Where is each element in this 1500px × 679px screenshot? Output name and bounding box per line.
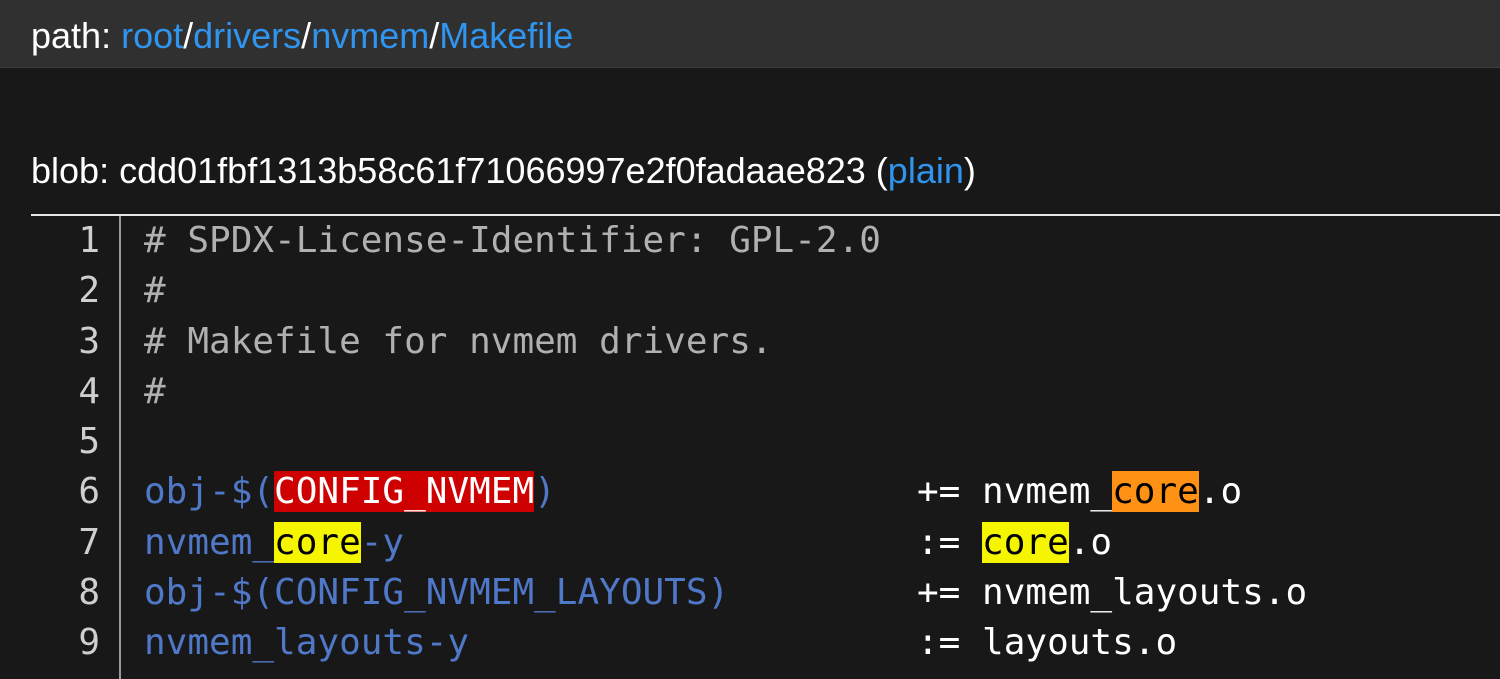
search-highlight-yellow: core <box>982 521 1069 563</box>
code-line: 1 # SPDX-License-Identifier: GPL-2.0 <box>0 216 1500 266</box>
line-variable: nvmem_core-y <box>144 520 404 566</box>
assign-operator: := <box>917 622 961 664</box>
path-separator: / <box>429 15 440 56</box>
search-highlight-yellow: core <box>274 521 361 563</box>
code-line: 5 <box>0 417 1500 467</box>
value: layouts.o <box>982 622 1178 664</box>
line-number[interactable]: 2 <box>0 268 100 314</box>
line-variable: obj-$(CONFIG_NVMEM_LAYOUTS) <box>144 572 730 614</box>
line-number[interactable]: 3 <box>0 319 100 365</box>
line-comment: # <box>144 370 166 412</box>
path-breadcrumb: path: root/drivers/nvmem/Makefile <box>31 14 573 58</box>
line-number[interactable]: 5 <box>0 419 100 465</box>
value-prefix: nvmem_ <box>982 471 1113 513</box>
search-highlight-red: CONFIG_NVMEM <box>274 471 535 513</box>
line-assignment: += nvmem_layouts.o <box>917 570 1307 616</box>
code-line: 6 obj-$(CONFIG_NVMEM) += nvmem_core.o <box>0 467 1500 517</box>
var-prefix: nvmem_ <box>144 521 275 563</box>
line-number[interactable]: 9 <box>0 620 100 666</box>
line-number[interactable]: 6 <box>0 469 100 515</box>
blob-label: blob: <box>31 150 120 191</box>
code-line: 2 # <box>0 266 1500 316</box>
value-suffix: .o <box>1068 521 1113 563</box>
line-number[interactable]: 8 <box>0 570 100 616</box>
line-number[interactable]: 1 <box>0 218 100 264</box>
var-suffix: ) <box>534 471 556 513</box>
path-link-root[interactable]: root <box>121 15 183 56</box>
line-comment: # <box>144 270 166 312</box>
assign-operator: := <box>917 521 961 563</box>
code-line: 9 nvmem_layouts-y := layouts.o <box>0 618 1500 668</box>
search-highlight-orange: core <box>1112 471 1199 513</box>
plain-link[interactable]: plain <box>888 150 964 191</box>
path-bar: path: root/drivers/nvmem/Makefile <box>0 0 1500 68</box>
value-suffix: .o <box>1198 471 1243 513</box>
assign-operator: += <box>917 471 961 513</box>
path-link-drivers[interactable]: drivers <box>193 15 301 56</box>
assign-operator: += <box>917 572 961 614</box>
line-assignment: := core.o <box>917 520 1112 566</box>
blob-close-paren: ) <box>963 150 976 191</box>
code-line: 3 # Makefile for nvmem drivers. <box>0 317 1500 367</box>
line-variable: nvmem_layouts-y <box>144 622 470 664</box>
line-comment: # SPDX-License-Identifier: GPL-2.0 <box>144 220 881 261</box>
blob-open-paren: ( <box>865 150 888 191</box>
var-prefix: obj-$( <box>144 471 275 513</box>
line-assignment: += nvmem_core.o <box>917 469 1242 515</box>
path-link-makefile[interactable]: Makefile <box>439 15 573 56</box>
line-variable: obj-$(CONFIG_NVMEM) <box>144 469 556 515</box>
path-separator: / <box>301 15 312 56</box>
var-suffix: -y <box>360 521 405 563</box>
path-separator: / <box>183 15 194 56</box>
code-line: 7 nvmem_core-y := core.o <box>0 518 1500 568</box>
path-label: path: <box>31 15 122 56</box>
line-comment: # Makefile for nvmem drivers. <box>144 320 773 362</box>
line-number[interactable]: 7 <box>0 520 100 566</box>
line-assignment: := layouts.o <box>917 620 1177 666</box>
value: nvmem_layouts.o <box>982 572 1308 614</box>
code-line: 4 # <box>0 367 1500 417</box>
code-view: 1 # SPDX-License-Identifier: GPL-2.0 2 #… <box>0 216 1500 669</box>
blob-hash: cdd01fbf1313b58c61f71066997e2f0fadaae823 <box>119 150 866 191</box>
blob-info: blob: cdd01fbf1313b58c61f71066997e2f0fad… <box>31 149 976 193</box>
path-link-nvmem[interactable]: nvmem <box>311 15 429 56</box>
line-number[interactable]: 4 <box>0 369 100 415</box>
code-line: 8 obj-$(CONFIG_NVMEM_LAYOUTS) += nvmem_l… <box>0 568 1500 618</box>
